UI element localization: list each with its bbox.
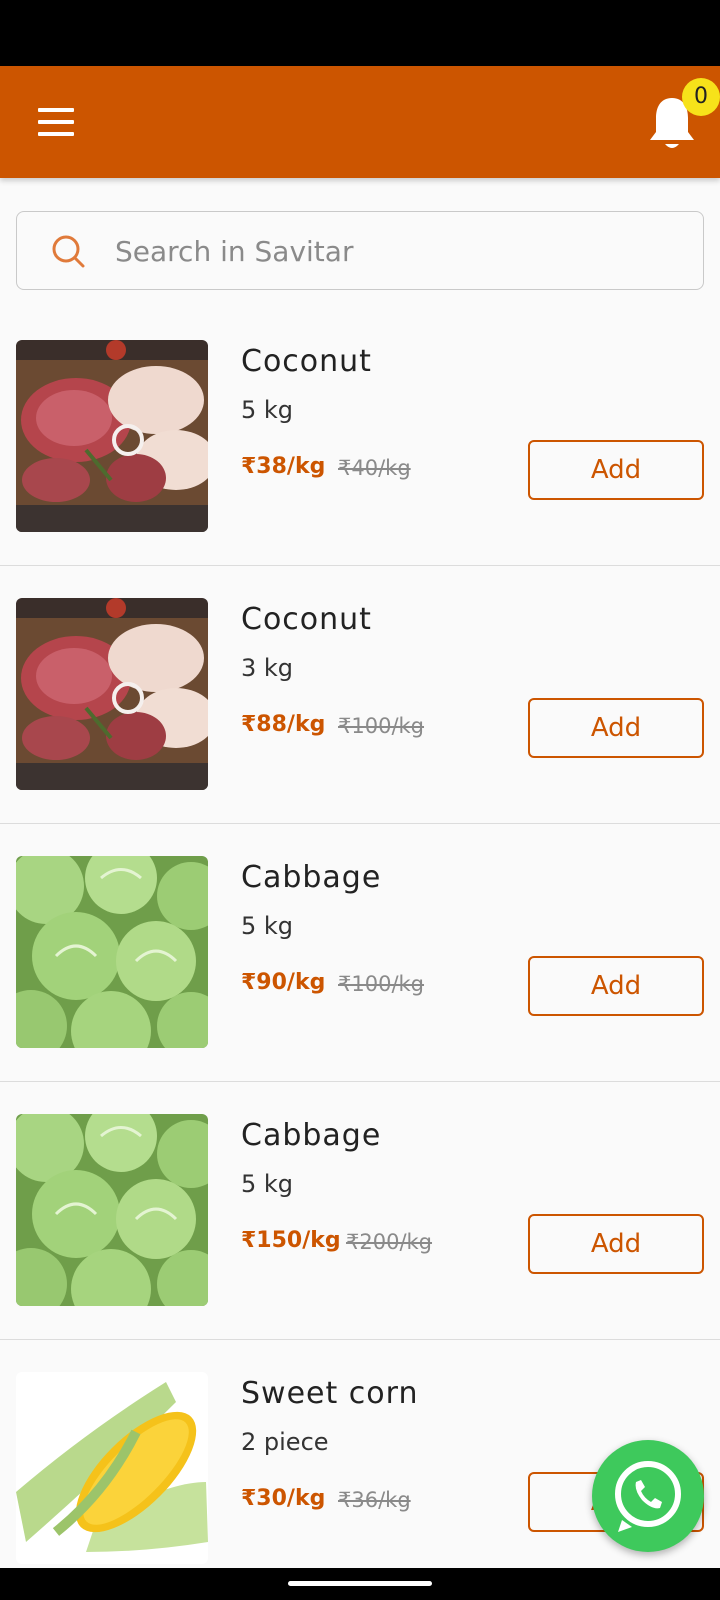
product-name: Sweet corn [241,1376,419,1411]
add-button[interactable]: Add [528,1214,704,1274]
product-mrp: ₹100/kg [338,972,425,996]
product-image [16,598,208,790]
product-image [16,1372,208,1564]
add-button[interactable]: Add [528,698,704,758]
whatsapp-icon [615,1461,681,1532]
product-price: ₹150/kg [241,1228,341,1253]
product-quantity: 2 piece [241,1428,329,1456]
system-navigation-bar [0,1568,720,1600]
whatsapp-button[interactable] [592,1440,704,1552]
product-quantity: 5 kg [241,396,294,424]
product-item: Coconut 5 kg ₹38/kg ₹40/kg Add [0,308,720,566]
product-quantity: 3 kg [241,654,294,682]
hamburger-menu-icon [38,120,74,124]
add-button[interactable]: Add [528,956,704,1016]
hamburger-menu-icon [38,132,74,136]
product-image [16,1114,208,1306]
product-item: Cabbage 5 kg ₹150/kg ₹200/kg Add [0,1082,720,1340]
hamburger-menu-icon [38,108,74,112]
app-bar [0,66,720,178]
product-image [16,856,208,1048]
notification-badge: 0 [682,78,720,116]
product-quantity: 5 kg [241,912,294,940]
menu-button[interactable] [26,94,86,150]
product-name: Coconut [241,602,372,637]
product-item: Cabbage 5 kg ₹90/kg ₹100/kg Add [0,824,720,1082]
product-price: ₹88/kg [241,712,326,737]
product-item: Coconut 3 kg ₹88/kg ₹100/kg Add [0,566,720,824]
search-icon [52,235,85,268]
add-button[interactable]: Add [528,440,704,500]
product-image [16,340,208,532]
product-price: ₹30/kg [241,1486,326,1511]
product-quantity: 5 kg [241,1170,294,1198]
product-mrp: ₹200/kg [346,1230,433,1254]
status-bar [0,0,720,66]
product-price: ₹90/kg [241,970,326,995]
product-name: Cabbage [241,860,382,895]
product-name: Cabbage [241,1118,382,1153]
product-price: ₹38/kg [241,454,326,479]
product-name: Coconut [241,344,372,379]
product-mrp: ₹36/kg [338,1488,411,1512]
search-input[interactable] [115,226,675,276]
search-bar[interactable] [16,211,704,290]
home-gesture-handle[interactable] [288,1581,432,1586]
product-mrp: ₹100/kg [338,714,425,738]
product-mrp: ₹40/kg [338,456,411,480]
